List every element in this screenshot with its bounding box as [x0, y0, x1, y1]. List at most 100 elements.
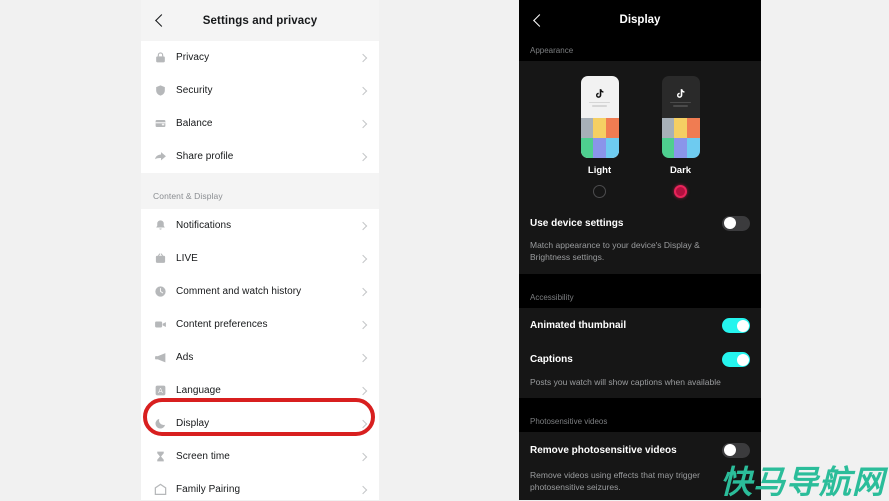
sidebar-item-label: Balance: [176, 118, 213, 129]
settings-group-2: Notifications LIVE Comment and watch his…: [141, 209, 379, 500]
section-header-appearance: Appearance: [519, 40, 761, 61]
row-description: Remove videos using effects that may tri…: [530, 469, 700, 493]
toggle-remove-photosensitive-videos[interactable]: [722, 442, 750, 458]
toggle-knob: [736, 319, 749, 332]
chevron-right-icon: [358, 320, 368, 329]
chevron-right-icon: [358, 221, 368, 230]
sidebar-item-screen-time[interactable]: Screen time: [141, 440, 379, 473]
row-use-device-settings[interactable]: Use device settings: [519, 207, 761, 239]
sidebar-item-label: LIVE: [176, 253, 198, 264]
sidebar-item-ads[interactable]: Ads: [141, 341, 379, 374]
row-label: Captions: [530, 354, 573, 366]
chevron-left-icon: [155, 14, 168, 27]
left-phone-settings-screen: Settings and privacy Privacy Security Ba…: [141, 0, 379, 500]
theme-option-dark[interactable]: Dark: [661, 76, 700, 198]
row-label: Remove photosensitive videos: [530, 444, 677, 456]
toggle-knob: [736, 353, 749, 366]
sidebar-item-label: Ads: [176, 352, 194, 363]
live-icon: [153, 252, 167, 266]
wallet-icon: [153, 117, 167, 131]
row-label: Animated thumbnail: [530, 320, 627, 332]
row-captions[interactable]: Captions: [519, 344, 761, 376]
theme-preview-dark: [661, 76, 700, 158]
site-watermark: 快马导航网: [719, 463, 885, 501]
sidebar-item-label: Comment and watch history: [176, 286, 302, 297]
chevron-right-icon: [358, 152, 368, 161]
chevron-right-icon: [358, 485, 368, 494]
chevron-right-icon: [358, 86, 368, 95]
sidebar-item-language[interactable]: A Language: [141, 374, 379, 407]
chevron-right-icon: [358, 452, 368, 461]
language-icon: A: [153, 384, 167, 398]
sidebar-item-label: Family Pairing: [176, 484, 241, 495]
chevron-right-icon: [358, 419, 368, 428]
lock-icon: [153, 51, 167, 65]
sidebar-item-notifications[interactable]: Notifications: [141, 209, 379, 242]
sidebar-item-label: Share profile: [176, 151, 234, 162]
moon-icon: [153, 417, 167, 431]
chevron-left-icon: [533, 13, 546, 27]
family-icon: [153, 483, 167, 497]
clock-icon: [153, 285, 167, 299]
sidebar-item-privacy[interactable]: Privacy: [141, 41, 379, 74]
section-header-accessibility: Accessibility: [519, 286, 761, 308]
right-phone-display-screen: Display Appearance Light Dark Use device…: [519, 0, 761, 500]
video-camera-icon: [153, 318, 167, 332]
sidebar-item-label: Content preferences: [176, 319, 268, 330]
chevron-right-icon: [358, 287, 368, 296]
megaphone-icon: [153, 351, 167, 365]
chevron-right-icon: [358, 386, 368, 395]
sidebar-item-content-preferences[interactable]: Content preferences: [141, 308, 379, 341]
row-label: Use device settings: [530, 217, 624, 229]
accessibility-card: Animated thumbnail Captions Posts you wa…: [519, 307, 761, 398]
radio-light[interactable]: [593, 185, 606, 198]
sidebar-item-label: Display: [176, 418, 210, 429]
sidebar-item-label: Notifications: [176, 220, 232, 231]
chevron-right-icon: [358, 353, 368, 362]
shield-icon: [153, 84, 167, 98]
radio-dark[interactable]: [674, 185, 687, 198]
chevron-right-icon: [358, 53, 368, 62]
hourglass-icon: [153, 450, 167, 464]
chevron-right-icon: [358, 254, 368, 263]
sidebar-item-security[interactable]: Security: [141, 74, 379, 107]
tiktok-note-icon: [596, 88, 604, 98]
sidebar-item-share-profile[interactable]: Share profile: [141, 140, 379, 173]
section-gap: [519, 397, 761, 411]
bell-icon: [153, 219, 167, 233]
back-button[interactable]: [528, 10, 548, 30]
sidebar-item-live[interactable]: LIVE: [141, 242, 379, 275]
settings-group-1: Privacy Security Balance Share profile: [141, 41, 379, 173]
left-header: Settings and privacy: [141, 0, 379, 41]
sidebar-item-label: Security: [176, 85, 213, 96]
section-gap: [141, 173, 379, 182]
right-header: Display: [519, 0, 761, 40]
sidebar-item-label: Privacy: [176, 52, 210, 63]
theme-option-light[interactable]: Light: [580, 76, 619, 198]
back-button[interactable]: [149, 10, 171, 32]
sidebar-item-balance[interactable]: Balance: [141, 107, 379, 140]
tiktok-note-icon: [677, 88, 685, 98]
section-header-photosensitive: Photosensitive videos: [519, 410, 761, 432]
row-description: Posts you watch will show captions when …: [530, 376, 721, 387]
sidebar-item-comment-watch-history[interactable]: Comment and watch history: [141, 275, 379, 308]
chevron-right-icon: [358, 119, 368, 128]
appearance-card: Light Dark Use device settings Match app…: [519, 61, 761, 274]
toggle-animated-thumbnail[interactable]: [722, 318, 750, 334]
toggle-knob: [723, 444, 736, 457]
toggle-captions[interactable]: [722, 352, 750, 368]
theme-label-dark: Dark: [669, 165, 692, 176]
theme-options: Light Dark: [519, 61, 761, 207]
svg-text:A: A: [158, 388, 163, 395]
page-title: Settings and privacy: [202, 14, 318, 27]
theme-label-light: Light: [587, 165, 612, 176]
sidebar-item-family-pairing[interactable]: Family Pairing: [141, 473, 379, 500]
share-arrow-icon: [153, 150, 167, 164]
theme-preview-light: [580, 76, 619, 158]
sidebar-item-display[interactable]: Display: [141, 407, 379, 440]
sidebar-item-label: Screen time: [176, 451, 230, 462]
toggle-use-device-settings[interactable]: [722, 215, 750, 231]
row-animated-thumbnail[interactable]: Animated thumbnail: [519, 308, 761, 344]
section-header-content-display: Content & Display: [141, 182, 379, 209]
sidebar-item-label: Language: [176, 385, 221, 396]
